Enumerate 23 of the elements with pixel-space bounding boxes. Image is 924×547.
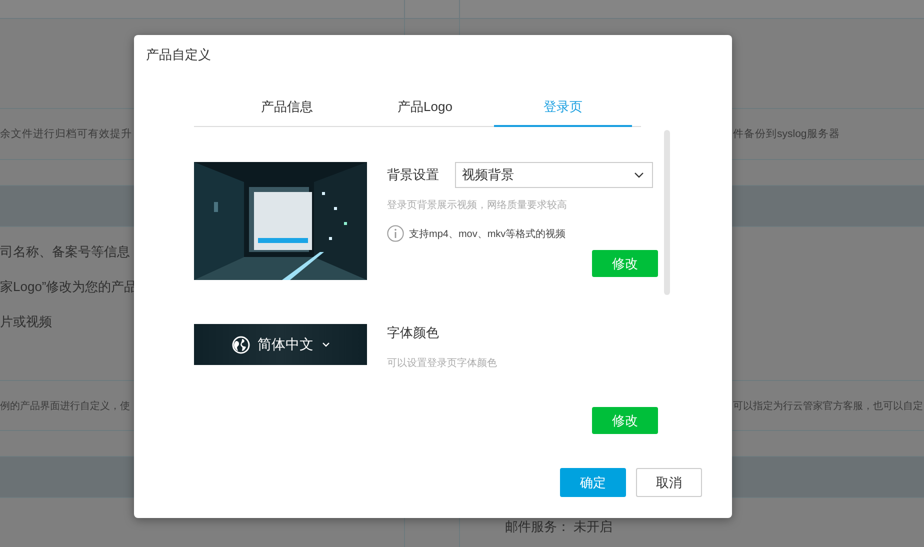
info-icon (387, 225, 404, 242)
description-text: 可以指定为行云管家官方客服，也可以自定 (733, 400, 923, 412)
info-text: 支持mp4、mov、mkv等格式的视频 (409, 228, 566, 240)
chevron-down-icon (634, 172, 644, 178)
info-text: 司名称、备案号等信息 (0, 243, 131, 261)
description-text: 例的产品界面进行自定义，使 (0, 400, 130, 412)
field-label: 背景设置 (387, 166, 439, 184)
hint-text: 登录页背景展示视频，网络质量要求较高 (387, 198, 568, 212)
tab[interactable]: 产品Logo (356, 89, 494, 127)
tab[interactable]: 产品信息 (218, 89, 356, 127)
scrollbar-thumb[interactable] (664, 130, 670, 295)
field-label: 字体颜色 (387, 324, 440, 342)
info-text: 片或视频 (0, 313, 53, 331)
globe-icon (232, 336, 250, 354)
status-text: 邮件服务： 未开启 (505, 518, 613, 536)
description-text: 件备份到syslog服务器 (733, 127, 840, 141)
cancel-button[interactable]: 取消 (636, 468, 702, 497)
language-text: 简体中文 (258, 336, 314, 354)
chevron-down-icon (322, 342, 330, 347)
hint-text: 可以设置登录页字体颜色 (387, 356, 498, 370)
dialog-title: 产品自定义 (146, 46, 211, 64)
description-text: 余文件进行归档可有效提升 (0, 127, 132, 141)
background-select[interactable]: 视频背景 (455, 162, 653, 188)
